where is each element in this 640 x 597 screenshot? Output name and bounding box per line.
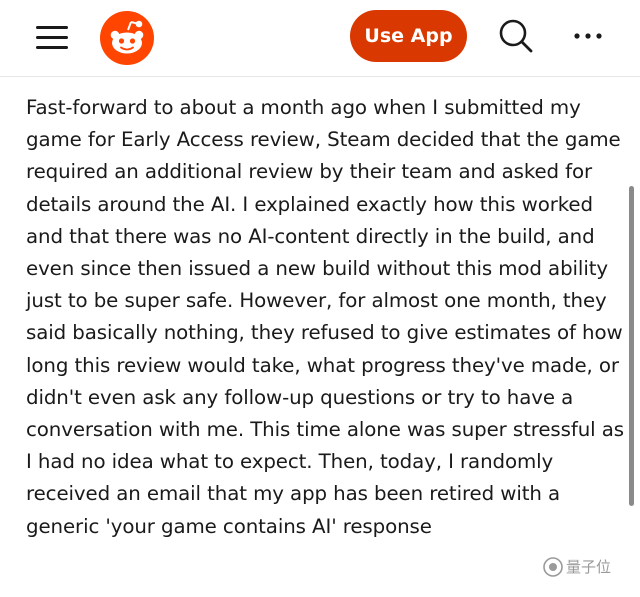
menu-line bbox=[36, 46, 68, 49]
post-body-text: Fast-forward to about a month ago when I… bbox=[26, 96, 624, 538]
menu-line bbox=[36, 36, 68, 39]
watermark-text: 量子位 bbox=[566, 558, 612, 576]
use-app-button[interactable]: Use App bbox=[350, 10, 467, 62]
hamburger-menu-icon[interactable] bbox=[36, 24, 68, 52]
watermark-logo-icon bbox=[543, 557, 563, 577]
watermark: 量子位 bbox=[542, 553, 626, 581]
scrollbar-thumb[interactable] bbox=[629, 186, 634, 506]
reddit-logo-icon[interactable] bbox=[100, 11, 154, 65]
more-options-icon[interactable] bbox=[572, 26, 604, 46]
menu-line bbox=[36, 26, 68, 29]
top-navigation-bar: Use App bbox=[0, 0, 640, 77]
search-icon[interactable] bbox=[497, 17, 535, 55]
